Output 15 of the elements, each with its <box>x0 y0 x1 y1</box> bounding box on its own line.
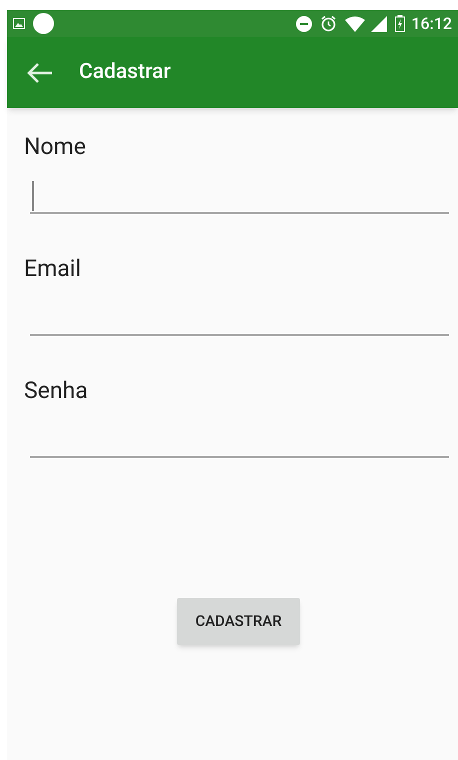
field-label: Nome <box>24 132 87 162</box>
field-label: Senha <box>24 376 89 406</box>
alarm-icon <box>320 15 338 32</box>
input-field[interactable] <box>30 180 449 214</box>
register-button[interactable]: CADASTRAR <box>177 598 300 645</box>
wifi-icon <box>345 16 366 32</box>
signal-icon <box>371 16 388 32</box>
do-not-disturb-icon <box>296 16 312 32</box>
battery-icon <box>395 15 406 32</box>
screen-title: Cadastrar <box>79 58 171 86</box>
image-icon <box>13 18 25 29</box>
status-time: 16:12 <box>411 12 452 34</box>
back-arrow-icon <box>27 62 53 84</box>
field-label: Email <box>24 254 82 284</box>
circle-icon <box>33 13 54 34</box>
